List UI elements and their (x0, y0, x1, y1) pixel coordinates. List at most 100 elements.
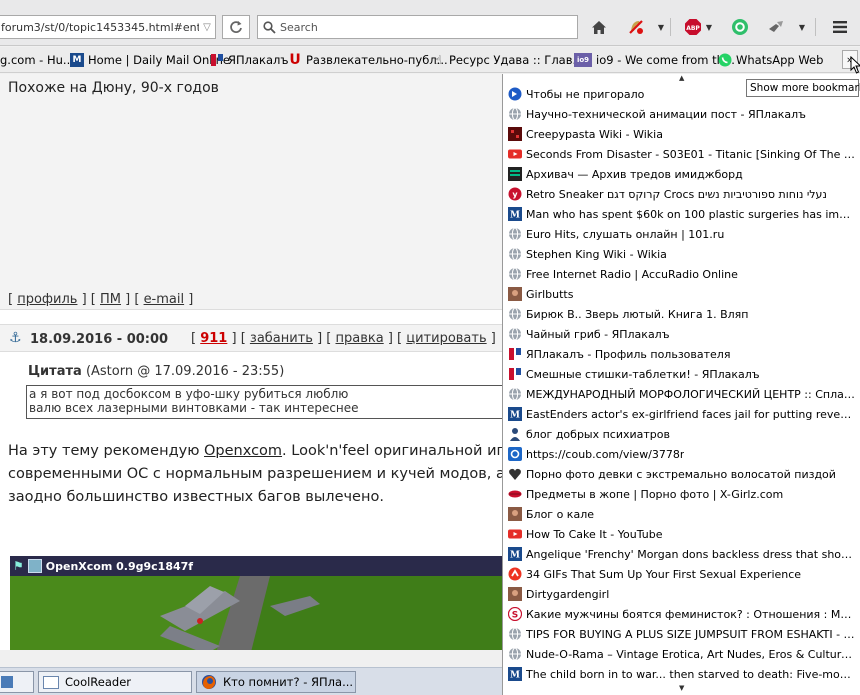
bookmark-menu-item[interactable]: y Retro Sneaker קרוקס דגם Crocs נעלי נוחו… (508, 185, 856, 203)
bookmark-menu-item[interactable]: ЯПлакалъ - Профиль пользователя (508, 345, 856, 363)
bookmark-menu-label: Чтобы не пригорало (526, 87, 645, 101)
globe-icon (508, 647, 522, 661)
url-history-dropdown-icon[interactable]: ▽ (199, 22, 215, 33)
menu-button[interactable] (828, 16, 852, 38)
coub-icon (508, 447, 522, 461)
tools-dropdown-icon[interactable]: ▼ (797, 16, 807, 38)
bookmark-menu-label: Чайный гриб - ЯПлакалъ (526, 327, 670, 341)
bookmark-menu-item[interactable]: 34 GIFs That Sum Up Your First Sexual Ex… (508, 565, 856, 583)
game-window-title: ⚑ OpenXcom 0.9g9c1847f (10, 556, 502, 576)
bookmark-item[interactable]: g.com - Hu... (0, 53, 74, 67)
url-bar[interactable]: forum3/st/0/topic1453345.html#entry5 ▽ (0, 15, 216, 39)
profile-link[interactable]: профиль (17, 292, 77, 307)
bookmark-menu-item[interactable]: Смешные стишки-таблетки! - ЯПлакалъ (508, 365, 856, 383)
bookmark-menu-item[interactable]: Бирюк В.. Зверь лютый. Книга 1. Вляп (508, 305, 856, 323)
bookmark-menu-label: 34 GIFs That Sum Up Your First Sexual Ex… (526, 567, 802, 581)
extension-green-button[interactable] (730, 16, 750, 38)
openxcom-link[interactable]: Openxcom (204, 443, 282, 459)
para-text: современными ОС с нормальным разрешением… (8, 466, 502, 482)
bookmark-menu-item[interactable]: M The child born in to war... then starve… (508, 665, 856, 683)
pm-link[interactable]: ПМ (100, 292, 121, 307)
noscript-icon (629, 20, 643, 34)
bookmark-item[interactable]: ☝ Ресурс Удава :: Глав... (431, 53, 583, 67)
bookmark-menu-label: МЕЖДУНАРОДНЫЙ МОРФОЛОГИЧЕСКИЙ ЦЕНТР :: С… (526, 387, 856, 401)
bookmark-item[interactable]: ЯПлакалъ (210, 53, 289, 67)
bookmark-menu-label: Архивач — Архив тредов имиджборд (526, 167, 743, 181)
bookmark-menu-label: https://coub.com/view/3778r (526, 447, 685, 461)
photo-thumbnail-icon (508, 587, 522, 601)
bookmark-label: io9 - We come from th... (596, 53, 735, 67)
svg-text:S: S (512, 611, 518, 621)
scroll-up-icon[interactable]: ▲ (679, 74, 684, 82)
reload-button[interactable] (222, 15, 250, 39)
hamburger-icon (833, 21, 847, 33)
post-body: Похоже на Дюну, 90-х годов [ профиль ] [… (0, 74, 502, 310)
bookmark-menu-item[interactable]: Nude-O-Rama – Vintage Erotica, Art Nudes… (508, 645, 856, 663)
search-placeholder: Search (280, 20, 318, 34)
adblock-button[interactable]: ABP (683, 16, 703, 38)
bookmark-menu-item[interactable]: Euro Hits, слушать онлайн | 101.ru (508, 225, 856, 243)
bookmark-menu-item[interactable]: Чайный гриб - ЯПлакалъ (508, 325, 856, 343)
noscript-dropdown-icon[interactable]: ▼ (656, 16, 666, 38)
bookmark-menu-item[interactable]: Архивач — Архив тредов имиджборд (508, 165, 856, 183)
bookmark-menu-item[interactable]: Stephen King Wiki - Wikia (508, 245, 856, 263)
bookmark-menu-item[interactable]: Dirtygardengirl (508, 585, 856, 603)
para-text: На эту тему рекомендую (8, 443, 205, 459)
bookmark-menu-item[interactable]: МЕЖДУНАРОДНЫЙ МОРФОЛОГИЧЕСКИЙ ЦЕНТР :: С… (508, 385, 856, 403)
scroll-down-icon[interactable]: ▼ (679, 684, 684, 692)
bookmark-menu-item[interactable]: S Какие мужчины боятся феминисток? : Отно… (508, 605, 856, 623)
heart-icon (508, 467, 522, 481)
bookmark-menu-item[interactable]: Научно-технической анимации пост - ЯПлак… (508, 105, 856, 123)
bookmark-menu-item[interactable]: Блог о кале (508, 505, 856, 523)
bookmark-menu-label: Dirtygardengirl (526, 587, 610, 601)
bookmark-item[interactable]: WhatsApp Web (718, 53, 823, 67)
bookmark-item[interactable]: U Развлекательно-публ... (288, 52, 447, 68)
bookmark-menu-item[interactable]: Порно фото девки с экстремально волосато… (508, 465, 856, 483)
quote-link[interactable]: цитировать (406, 331, 486, 346)
bookmark-menu-item[interactable]: Предметы в жопе | Порно фото | X-Girlz.c… (508, 485, 856, 503)
bookmark-menu-item[interactable]: M EastEnders actor's ex-girlfriend faces … (508, 405, 856, 423)
email-link[interactable]: e-mail (144, 292, 185, 307)
person-icon (508, 427, 522, 441)
photo-thumbnail-icon (508, 287, 522, 301)
bookmark-menu-item[interactable]: Seconds From Disaster - S03E01 - Titanic… (508, 145, 856, 163)
globe-icon (508, 627, 522, 641)
edit-link[interactable]: правка (336, 331, 384, 346)
bookmark-menu-item[interactable]: Free Internet Radio | AccuRadio Online (508, 265, 856, 283)
globe-icon (508, 327, 522, 341)
post-date: 18.09.2016 - 00:00 (30, 332, 169, 347)
svg-text:M: M (510, 671, 520, 681)
anchor-icon[interactable]: ⚓ (9, 330, 22, 346)
ban-link[interactable]: забанить (250, 331, 313, 346)
bookmark-menu-label: The child born in to war... then starved… (526, 667, 856, 681)
bookmark-menu-label: Euro Hits, слушать онлайн | 101.ru (526, 227, 725, 241)
bookmark-menu-item[interactable]: Girlbutts (508, 285, 856, 303)
extension-tools-button[interactable] (766, 16, 786, 38)
page-content: Похоже на Дюну, 90-х годов [ профиль ] [… (0, 74, 502, 650)
io9-icon: io9 (574, 53, 592, 67)
bookmark-menu-item[interactable]: TIPS FOR BUYING A PLUS SIZE JUMPSUIT FRO… (508, 625, 856, 643)
bookmark-menu-item[interactable]: блог добрых психиатров (508, 425, 856, 443)
adblock-dropdown-icon[interactable]: ▼ (704, 16, 714, 38)
game-title-text: OpenXcom 0.9g9c1847f (45, 559, 194, 573)
bookmark-menu-item[interactable]: M Man who has spent $60k on 100 plastic s… (508, 205, 856, 223)
bookmark-menu-label: Какие мужчины боятся феминисток? : Отнош… (526, 607, 856, 621)
home-button[interactable] (588, 16, 610, 38)
taskbar-label: Кто помнит? - ЯПла... (223, 675, 354, 689)
dailymail-icon: M (508, 407, 522, 421)
bookmark-menu-item[interactable]: M Angelique 'Frenchy' Morgan dons backles… (508, 545, 856, 563)
taskbar-button[interactable] (0, 671, 34, 693)
bookmark-item[interactable]: M Home | Daily Mail Online (70, 53, 230, 67)
taskbar-button-coolreader[interactable]: CoolReader (38, 671, 192, 693)
url-text[interactable]: forum3/st/0/topic1453345.html#entry5 (0, 21, 199, 34)
adblock-icon: ABP (685, 19, 701, 35)
search-box[interactable]: Search (257, 15, 578, 39)
bookmark-menu-item[interactable]: Creepypasta Wiki - Wikia (508, 125, 856, 143)
blue-globe-icon (508, 87, 522, 101)
bookmark-menu-item[interactable]: How To Cake It - YouTube (508, 525, 856, 543)
bookmark-menu-item[interactable]: https://coub.com/view/3778r (508, 445, 856, 463)
noscript-button[interactable] (626, 16, 646, 38)
post-number-link[interactable]: 911 (200, 331, 227, 346)
bookmark-item[interactable]: io9 io9 - We come from th... (574, 53, 735, 67)
taskbar-button-firefox[interactable]: Кто помнит? - ЯПла... (196, 671, 356, 693)
